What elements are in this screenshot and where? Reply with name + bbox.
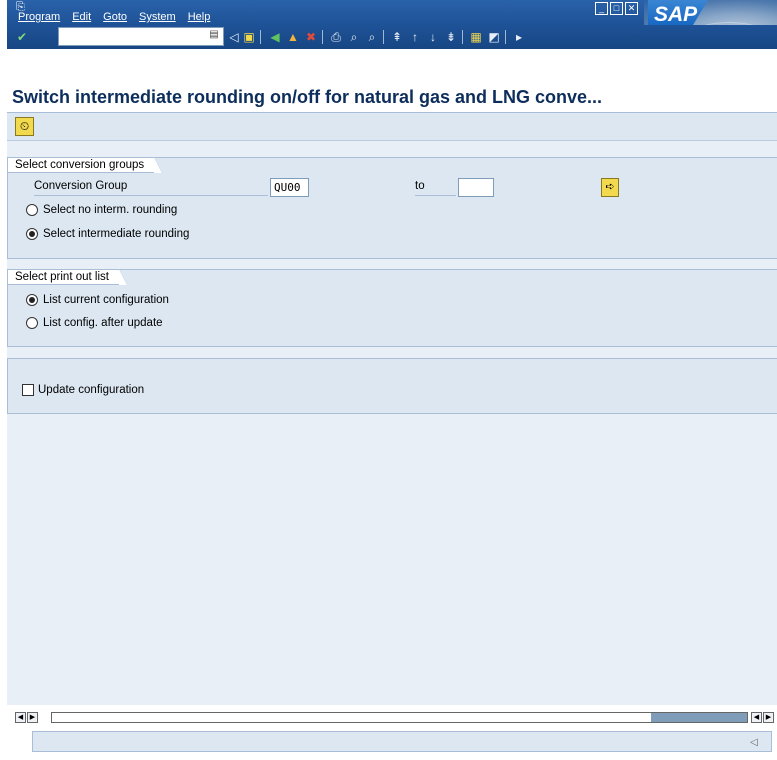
conversion-group-to-field[interactable] <box>458 178 494 197</box>
command-history-icon[interactable]: ▤ <box>208 29 220 43</box>
radio-current-row[interactable]: List current configuration <box>26 294 169 306</box>
conversion-group-label: Conversion Group <box>34 180 268 196</box>
group-title: Select conversion groups <box>8 157 163 173</box>
radio-intermediate-row[interactable]: Select intermediate rounding <box>26 228 189 240</box>
last-page-icon[interactable]: ⇟ <box>443 29 459 45</box>
radio-list-current[interactable] <box>26 294 38 306</box>
find-icon[interactable]: ⌕ <box>346 29 362 45</box>
create-session-icon[interactable]: ▦ <box>468 29 484 45</box>
to-label: to <box>415 180 456 196</box>
radio-no-rounding[interactable] <box>26 204 38 216</box>
print-list-box: Select print out list List current confi… <box>7 269 777 347</box>
next-page-icon[interactable]: ↓ <box>425 29 441 45</box>
menu-goto[interactable]: Goto <box>103 11 127 23</box>
collapse-command-icon[interactable]: ◁ <box>226 29 242 45</box>
close-icon[interactable]: ✕ <box>625 2 638 15</box>
update-configuration-row[interactable]: Update configuration <box>22 384 144 396</box>
scroll-right-icon[interactable]: ▶ <box>27 712 38 723</box>
radio-list-current-label: List current configuration <box>43 294 169 306</box>
menu-edit[interactable]: Edit <box>72 11 91 23</box>
radio-intermediate-rounding[interactable] <box>26 228 38 240</box>
status-bar: ◁ <box>7 729 777 754</box>
sap-window: ⎘ Program Edit Goto System Help _ □ ✕ SA… <box>7 0 777 754</box>
application-toolbar: ⏲ <box>7 113 777 141</box>
cancel-icon[interactable]: ✖ <box>303 29 319 45</box>
scroll-thumb[interactable] <box>651 713 747 722</box>
enter-checkmark-icon[interactable]: ✔ <box>14 29 30 45</box>
group-title: Select print out list <box>8 269 127 285</box>
maximize-icon[interactable]: □ <box>610 2 623 15</box>
conversion-group-from-field[interactable]: QU00 <box>270 178 309 197</box>
update-box: Update configuration <box>7 358 777 414</box>
print-icon[interactable]: ⎙ <box>328 29 344 45</box>
menu-help[interactable]: Help <box>188 11 211 23</box>
radio-no-rounding-row[interactable]: Select no interm. rounding <box>26 204 177 216</box>
exit-icon[interactable]: ▲ <box>285 29 301 45</box>
help-icon[interactable]: ▸ <box>511 29 527 45</box>
update-configuration-checkbox[interactable] <box>22 384 34 396</box>
execute-clock-icon[interactable]: ⏲ <box>15 117 34 136</box>
save-icon[interactable]: ▣ <box>241 29 257 45</box>
multiple-selection-arrow-icon[interactable]: ➪ <box>601 178 619 197</box>
main-area: Select conversion groups Conversion Grou… <box>7 141 777 705</box>
shortcut-icon[interactable]: ◩ <box>486 29 502 45</box>
menu-program[interactable]: Program <box>18 11 60 23</box>
scroll-right-end-icon[interactable]: ▶ <box>763 712 774 723</box>
title-bar: Switch intermediate rounding on/off for … <box>7 81 777 113</box>
radio-list-after-update-label: List config. after update <box>43 317 163 329</box>
minimize-icon[interactable]: _ <box>595 2 608 15</box>
previous-page-icon[interactable]: ↑ <box>407 29 423 45</box>
conversion-groups-box: Select conversion groups Conversion Grou… <box>7 157 777 259</box>
radio-list-after-update[interactable] <box>26 317 38 329</box>
menu-items: Program Edit Goto System Help <box>18 11 222 23</box>
standard-toolbar: ✔ ▤ ◁ ▣ ◀ ▲ ✖ ⎙ ⌕ ⌕ ⇞ ↑ ↓ ⇟ ▦ ◩ ▸ <box>7 25 777 49</box>
update-configuration-label: Update configuration <box>38 384 145 396</box>
back-icon[interactable]: ◀ <box>267 29 283 45</box>
command-field[interactable] <box>58 27 224 46</box>
scroll-left-icon[interactable]: ◀ <box>15 712 26 723</box>
window-controls: _ □ ✕ <box>595 2 638 15</box>
menu-system[interactable]: System <box>139 11 176 23</box>
first-page-icon[interactable]: ⇞ <box>389 29 405 45</box>
status-toggle-icon[interactable]: ◁ <box>750 737 758 748</box>
status-field: ◁ <box>32 731 772 752</box>
horizontal-scrollbar[interactable]: ◀ ▶ ◀ ▶ <box>7 710 777 725</box>
page-title: Switch intermediate rounding on/off for … <box>12 87 603 107</box>
scroll-track[interactable] <box>51 712 748 723</box>
radio-no-rounding-label: Select no interm. rounding <box>43 204 178 216</box>
radio-after-update-row[interactable]: List config. after update <box>26 317 163 329</box>
find-next-icon[interactable]: ⌕ <box>364 29 380 45</box>
radio-intermediate-label: Select intermediate rounding <box>43 228 190 240</box>
scroll-left-end-icon[interactable]: ◀ <box>751 712 762 723</box>
